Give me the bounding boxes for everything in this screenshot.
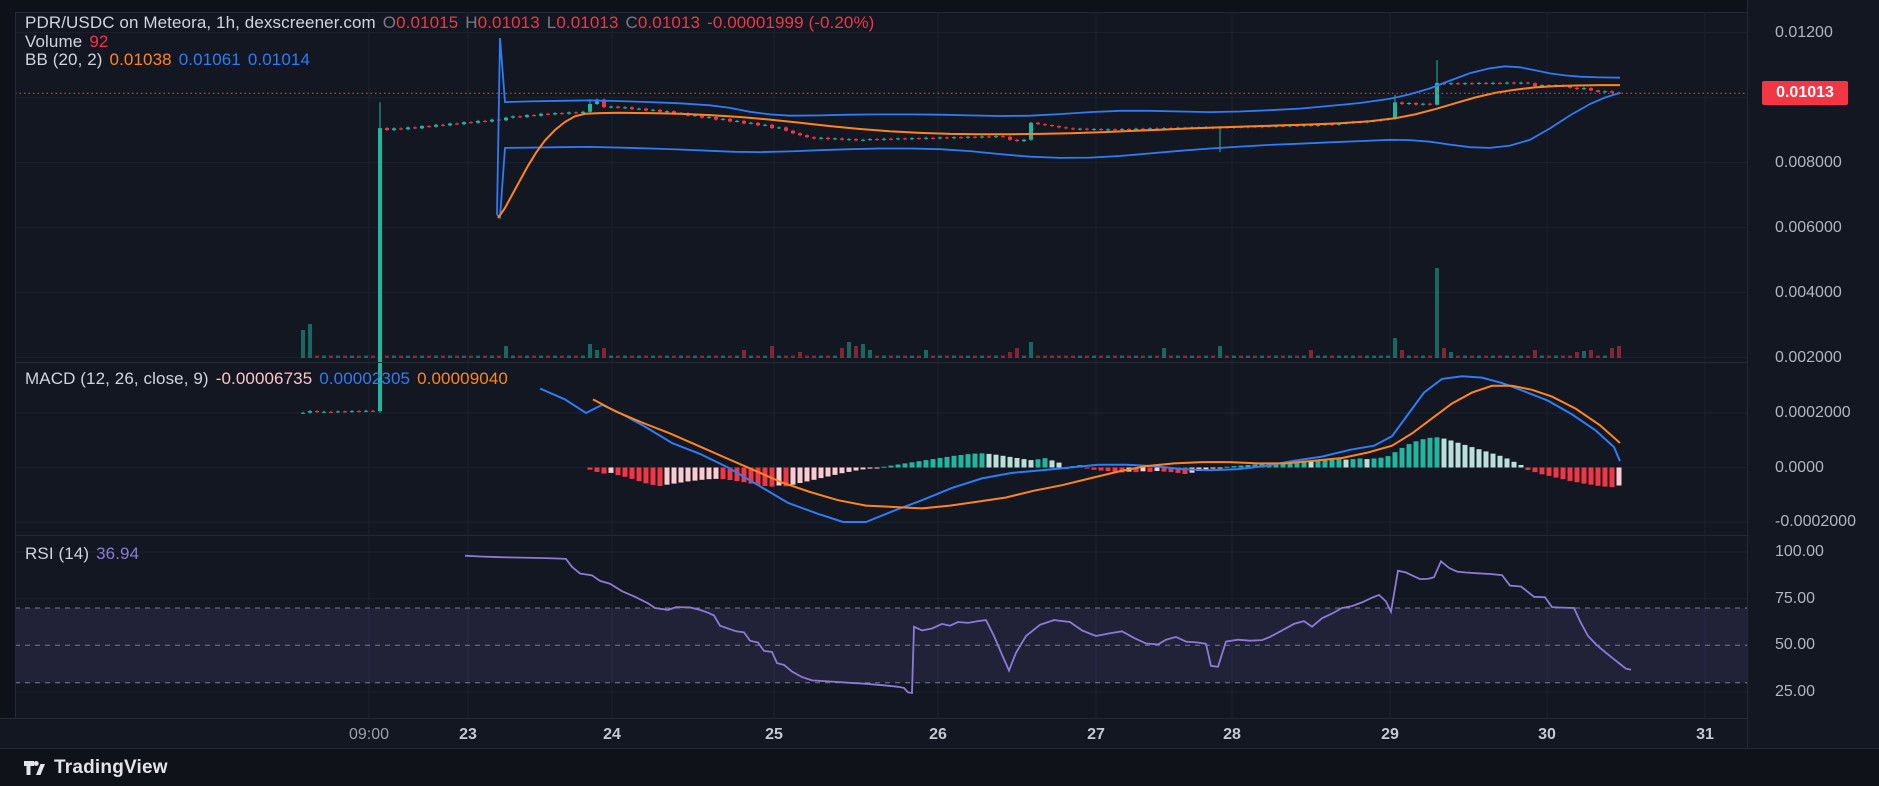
axis-tick-label: 0.004000 <box>1775 283 1842 301</box>
legend-value: 0.01015 <box>396 13 459 32</box>
legend-value: RSI (14) <box>25 544 90 563</box>
time-tick-label: 24 <box>603 726 621 743</box>
legend-value: Volume <box>25 32 83 51</box>
tradingview-logo[interactable]: TradingView <box>22 756 168 780</box>
axis-tick-label: -0.0002000 <box>1775 513 1856 530</box>
trading-chart-app: PDR/USDC on Meteora, 1h, dexscreener.com… <box>0 0 1879 786</box>
legend-value: 0.00002305 <box>319 369 411 388</box>
axis-tick-label: 50.00 <box>1775 636 1816 654</box>
chart-canvas[interactable] <box>0 0 1879 786</box>
tradingview-logo-icon <box>24 761 45 775</box>
bottom-toolbar: TradingView <box>0 748 1879 786</box>
symbol-legend[interactable]: PDR/USDC on Meteora, 1h, dexscreener.com… <box>25 13 881 33</box>
price-axis[interactable]: 0.01200 0.008000 0.006000 0.004000 0.002000 0… <box>1747 0 1879 748</box>
time-tick-label: 25 <box>765 726 783 743</box>
time-tick-label: 26 <box>929 726 947 743</box>
left-margin <box>0 0 15 748</box>
legend-value: 0.01013 <box>477 13 540 32</box>
time-tick-label: 23 <box>459 726 477 743</box>
legend-value: PDR/USDC on Meteora, 1h, dexscreener.com <box>25 13 376 32</box>
time-tick-label: 31 <box>1696 726 1714 743</box>
legend-value: O <box>382 13 397 32</box>
time-tick-label: 09:00 <box>348 726 390 743</box>
legend-value: 0.01014 <box>247 50 311 69</box>
legend-value: 92 <box>89 32 109 51</box>
legend-value: -0.00006735 <box>215 369 313 388</box>
axis-tick-label: 100.00 <box>1775 543 1824 560</box>
time-tick-label: 27 <box>1087 726 1105 743</box>
bollinger-legend[interactable]: BB (20, 2) 0.01038 0.01061 0.01014 <box>25 50 317 70</box>
axis-tick-label: 0.006000 <box>1775 218 1842 236</box>
legend-value: L <box>546 13 557 32</box>
legend-value: MACD (12, 26, close, 9) <box>25 369 209 388</box>
legend-value: C <box>625 13 638 32</box>
axis-tick-label: 0.0000 <box>1775 458 1824 476</box>
axis-tick-label: 0.002000 <box>1775 348 1842 366</box>
axis-tick-label: 0.01200 <box>1775 23 1833 41</box>
volume-legend[interactable]: Volume 92 <box>25 32 115 52</box>
axis-tick-label: 0.008000 <box>1775 153 1842 171</box>
legend-value: 0.00009040 <box>417 369 508 388</box>
top-margin <box>0 0 1747 12</box>
legend-value: -0.00001999 (-0.20%) <box>707 13 875 32</box>
tradingview-logo-text: TradingView <box>54 757 168 778</box>
macd-legend[interactable]: MACD (12, 26, close, 9) -0.00006735 0.0000… <box>25 369 515 389</box>
time-tick-label: 28 <box>1223 726 1241 743</box>
legend-value: H <box>465 13 478 32</box>
legend-value: 0.01013 <box>556 13 619 32</box>
axis-tick-label: 25.00 <box>1775 683 1816 700</box>
legend-value: 0.01038 <box>109 50 172 69</box>
legend-value: 0.01061 <box>178 50 241 69</box>
legend-value: BB (20, 2) <box>25 50 103 69</box>
time-axis[interactable]: 09:00 23 24 25 26 27 28 29 30 31 <box>0 718 1747 749</box>
time-tick-label: 30 <box>1538 726 1556 743</box>
axis-tick-label: 0.0002000 <box>1775 404 1851 421</box>
rsi-legend[interactable]: RSI (14) 36.94 <box>25 544 146 564</box>
legend-value: 0.01013 <box>637 13 701 32</box>
axis-tick-label: 75.00 <box>1775 589 1816 607</box>
time-tick-label: 29 <box>1381 726 1399 743</box>
last-price-badge: 0.01013 <box>1762 81 1848 106</box>
legend-value: 36.94 <box>96 544 140 563</box>
